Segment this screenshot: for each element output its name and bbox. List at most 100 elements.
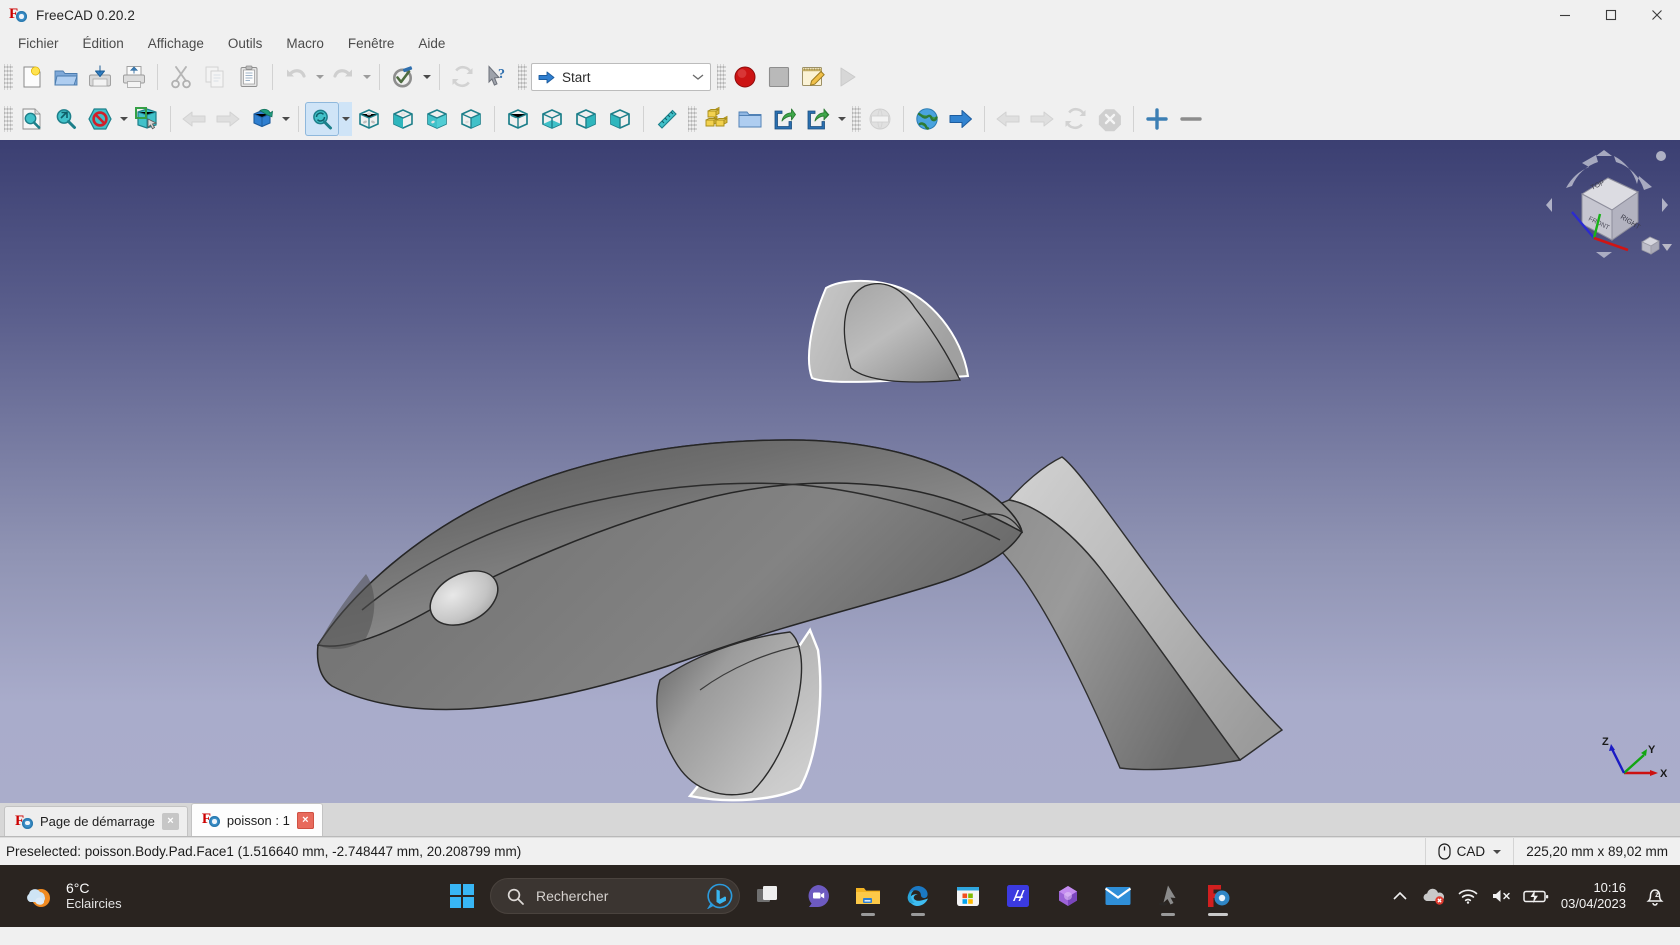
fit-all-button[interactable] <box>15 102 49 136</box>
create-link-button[interactable] <box>767 102 801 136</box>
isometric-dropdown-arrow[interactable] <box>339 102 352 136</box>
menu-edition[interactable]: Édition <box>71 33 136 54</box>
save-document-button[interactable] <box>83 60 117 94</box>
view-front-button[interactable] <box>352 102 386 136</box>
undo-dropdown-arrow[interactable] <box>313 60 326 94</box>
minimize-button[interactable] <box>1542 0 1588 30</box>
macro-stop-button[interactable] <box>762 60 796 94</box>
previous-view-button[interactable] <box>177 102 211 136</box>
toolbar-separator <box>643 106 644 132</box>
office-button[interactable] <box>1046 874 1090 918</box>
whats-this-button[interactable]: ? <box>480 60 514 94</box>
toolbar-grip[interactable] <box>4 106 13 132</box>
onedrive-status-icon[interactable] <box>1417 876 1451 916</box>
menu-outils[interactable]: Outils <box>216 33 275 54</box>
refresh-check-button[interactable] <box>386 60 420 94</box>
draw-style-dropdown-arrow[interactable] <box>117 102 130 136</box>
menu-aide[interactable]: Aide <box>406 33 457 54</box>
close-button[interactable] <box>1634 0 1680 30</box>
axis-y-label: Y <box>1648 744 1656 756</box>
view-rear-button[interactable] <box>454 102 488 136</box>
navigation-cube[interactable]: TOP RIGHT FRONT <box>1542 146 1672 264</box>
browser-forward-button[interactable] <box>1025 102 1059 136</box>
teams-chat-button[interactable] <box>796 874 840 918</box>
create-link-group-button[interactable] <box>801 102 835 136</box>
view-bottom-button[interactable] <box>501 102 535 136</box>
macro-edit-button[interactable] <box>796 60 830 94</box>
toolbar-grip[interactable] <box>4 64 13 90</box>
microsoft-store-button[interactable] <box>946 874 990 918</box>
link-dropdown-arrow[interactable] <box>835 102 848 136</box>
macro-record-button[interactable] <box>728 60 762 94</box>
new-document-button[interactable] <box>15 60 49 94</box>
zoom-in-button[interactable] <box>1140 102 1174 136</box>
browser-reload-button[interactable] <box>1059 102 1093 136</box>
cut-button[interactable] <box>164 60 198 94</box>
next-view-button[interactable] <box>211 102 245 136</box>
open-document-button[interactable] <box>49 60 83 94</box>
menu-fenetre[interactable]: Fenêtre <box>336 33 407 54</box>
menu-fichier[interactable]: Fichier <box>6 33 71 54</box>
recompute-button[interactable] <box>446 60 480 94</box>
menu-affichage[interactable]: Affichage <box>136 33 216 54</box>
fit-selection-button[interactable] <box>49 102 83 136</box>
tab-close-button[interactable]: × <box>161 813 179 830</box>
draw-style-button[interactable] <box>83 102 117 136</box>
axonometric-view-button[interactable] <box>245 102 279 136</box>
view-left-button[interactable] <box>535 102 569 136</box>
create-group-button[interactable] <box>733 102 767 136</box>
tab-close-button[interactable]: × <box>296 811 314 829</box>
edge-button[interactable] <box>896 874 940 918</box>
paste-button[interactable] <box>232 60 266 94</box>
notification-center-button[interactable]: z <box>1638 876 1672 916</box>
battery-charging-icon[interactable] <box>1519 876 1553 916</box>
navigation-mode-selector[interactable]: CAD <box>1424 837 1514 866</box>
toolbar-grip[interactable] <box>688 106 697 132</box>
file-explorer-button[interactable] <box>846 874 890 918</box>
browser-back-button[interactable] <box>991 102 1025 136</box>
isometric-view-button[interactable] <box>305 102 339 136</box>
browser-stop-button[interactable] <box>1093 102 1127 136</box>
taskbar-weather-widget[interactable]: 6°C Eclaircies <box>0 880 360 911</box>
workbench-selector[interactable]: Start <box>531 63 711 91</box>
view-top-button[interactable] <box>386 102 420 136</box>
volume-muted-icon[interactable] <box>1485 876 1519 916</box>
start-page-button[interactable] <box>863 102 897 136</box>
macro-execute-button[interactable] <box>830 60 864 94</box>
mail-button[interactable] <box>1096 874 1140 918</box>
tab-poisson[interactable]: F poisson : 1 × <box>190 803 323 836</box>
redo-button[interactable] <box>326 60 360 94</box>
print-button[interactable] <box>117 60 151 94</box>
autodesk-button[interactable] <box>996 874 1040 918</box>
zoom-out-button[interactable] <box>1174 102 1208 136</box>
copy-button[interactable] <box>198 60 232 94</box>
view-right-button[interactable] <box>420 102 454 136</box>
tab-page-de-demarrage[interactable]: F Page de démarrage × <box>4 806 188 836</box>
redo-dropdown-arrow[interactable] <box>360 60 373 94</box>
taskbar-search[interactable]: Rechercher <box>490 878 740 914</box>
axonometric-dropdown-arrow[interactable] <box>279 102 292 136</box>
3d-viewport[interactable]: TOP RIGHT FRONT X Y Z <box>0 140 1680 803</box>
create-part-button[interactable] <box>699 102 733 136</box>
task-view-button[interactable] <box>746 874 790 918</box>
toolbar-grip[interactable] <box>852 106 861 132</box>
start-button[interactable] <box>440 874 484 918</box>
taskbar-clock[interactable]: 10:16 03/04/2023 <box>1553 880 1638 913</box>
measure-button[interactable] <box>650 102 684 136</box>
go-button[interactable] <box>944 102 978 136</box>
undo-button[interactable] <box>279 60 313 94</box>
inkscape-button[interactable] <box>1146 874 1190 918</box>
onedrive-error-icon <box>1423 888 1444 905</box>
view-isometric-cube-button[interactable] <box>603 102 637 136</box>
browse-web-button[interactable] <box>910 102 944 136</box>
wifi-icon[interactable] <box>1451 876 1485 916</box>
toolbar-grip[interactable] <box>717 64 726 90</box>
view-section-button[interactable] <box>569 102 603 136</box>
refresh-dropdown-arrow[interactable] <box>420 60 433 94</box>
toolbar-grip[interactable] <box>518 64 527 90</box>
menu-macro[interactable]: Macro <box>274 33 336 54</box>
tray-overflow-button[interactable] <box>1383 876 1417 916</box>
freecad-button[interactable] <box>1196 874 1240 918</box>
box-selection-button[interactable] <box>130 102 164 136</box>
maximize-button[interactable] <box>1588 0 1634 30</box>
